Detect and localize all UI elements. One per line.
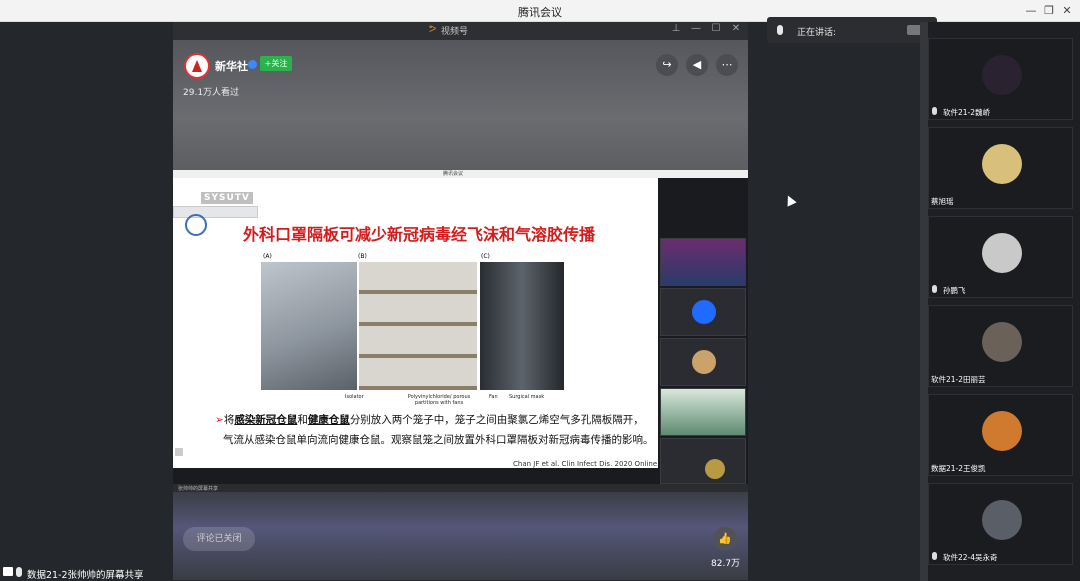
window-close-button[interactable]: ✕ — [729, 23, 743, 34]
mic-icon — [932, 285, 937, 293]
caption-fan: Fan — [489, 394, 498, 400]
minimize-button[interactable]: — — [1022, 3, 1040, 19]
cages-photo — [359, 262, 477, 390]
bullet-arrow-icon: ➢ — [215, 414, 224, 426]
slide-toolbar[interactable] — [173, 206, 258, 218]
inner-window-title: 腾讯会议 — [443, 171, 464, 177]
video-window-topbar: ᕗ 视频号 ⊥ — ☐ ✕ — [173, 22, 748, 40]
panel-label-a: (A) — [263, 253, 272, 260]
slide-bullet-line-1: ➢将感染新冠仓鼠和健康仓鼠分别放入两个笼子中，笼子之间由聚氯乙烯空气多孔隔板隔开… — [215, 414, 644, 426]
view-count: 29.1万人看过 — [183, 88, 240, 98]
inner-shared-screen: 腾讯会议 SYSUTV 外科口罩隔板可减少新冠病毒经飞沫和气溶胶传播 (A) (… — [173, 170, 748, 492]
mic-icon — [932, 552, 937, 560]
channel-avatar[interactable] — [184, 53, 210, 79]
slide-bullet-line-2: 气流从感染仓鼠单向流向健康仓鼠。观察鼠笼之间放置外科口罩隔板对新冠病毒传播的影响… — [223, 434, 654, 446]
mic-icon — [932, 107, 937, 115]
speaking-label: 正在讲话: — [797, 28, 837, 38]
inner-video-tile-4 — [660, 388, 746, 436]
inner-avatar-blue — [692, 300, 716, 324]
presentation-slide: SYSUTV 外科口罩隔板可减少新冠病毒经飞沫和气溶胶传播 (A) (B) (C… — [173, 178, 658, 468]
inner-taskbar: 张帅帅的屏幕共享 — [173, 484, 748, 492]
inner-avatar-small — [705, 459, 725, 479]
sysutv-badge: SYSUTV — [201, 192, 253, 204]
participant-name: 软件22-4吴永奇 — [943, 553, 998, 562]
participant-avatar — [982, 144, 1022, 184]
participant-tile[interactable]: 孙鹏飞 — [928, 216, 1073, 298]
fan-mask-photo — [480, 262, 564, 390]
participant-tile[interactable]: 软件21-2田丽芸 — [928, 305, 1073, 387]
mic-icon — [777, 25, 783, 35]
participant-tile[interactable]: 软件22-4吴永奇 — [928, 483, 1073, 565]
panel-label-c: (C) — [481, 253, 490, 260]
screen-share-label: 数据21-2张帅帅的屏幕共享 — [27, 570, 144, 581]
window-minimize-button[interactable]: — — [689, 23, 703, 34]
slide-page-marker[interactable] — [175, 448, 183, 456]
like-count: 82.7万 — [711, 559, 741, 569]
maximize-button[interactable]: ❐ — [1040, 3, 1058, 19]
slide-citation: Chan JF et al. Clin Infect Dis. 2020 Onl… — [513, 460, 658, 468]
participant-tile[interactable]: 蔡旭瑶 — [928, 127, 1073, 209]
mic-icon — [16, 567, 22, 577]
pin-icon[interactable]: ⊥ — [669, 23, 683, 34]
comment-closed-button[interactable]: 评论已关闭 — [183, 527, 255, 551]
participant-name: 软件21-2田丽芸 — [931, 375, 986, 384]
screen-share-status[interactable]: 数据21-2张帅帅的屏幕共享 — [0, 564, 170, 581]
volume-icon[interactable]: ◀ — [686, 54, 708, 76]
participant-avatar — [982, 233, 1022, 273]
inner-avatar-landscape — [692, 350, 716, 374]
participant-avatar — [982, 55, 1022, 95]
video-channel-icon: ᕗ — [429, 24, 437, 35]
participant-name: 蔡旭瑶 — [931, 197, 954, 206]
inner-video-tile-1 — [660, 238, 746, 286]
blurred-background-bottom — [173, 492, 748, 580]
university-logo-icon — [185, 214, 207, 236]
video-channel-brand: 视频号 — [441, 27, 469, 37]
inner-taskbar-text: 张帅帅的屏幕共享 — [178, 486, 219, 492]
participant-avatar — [982, 322, 1022, 362]
participant-tile[interactable]: 软件21-2魏峤 — [928, 38, 1073, 120]
caption-partitions: Polyvinylchloride/ porous partitions wit… — [407, 394, 471, 406]
follow-button[interactable]: +关注 — [260, 56, 292, 71]
participant-avatar — [982, 411, 1022, 451]
inner-video-tile-3 — [660, 338, 746, 386]
participant-name: 软件21-2魏峤 — [943, 108, 991, 117]
participant-name: 数据21-2王俊凯 — [931, 464, 986, 473]
window-maximize-button[interactable]: ☐ — [709, 23, 723, 34]
inner-video-tile-5 — [660, 438, 746, 484]
participant-avatar — [982, 500, 1022, 540]
participant-name: 孙鹏飞 — [943, 286, 966, 295]
panel-label-b: (B) — [358, 253, 367, 260]
video-channel-window: ᕗ 视频号 ⊥ — ☐ ✕ 新华社 +关注 29.1万人看过 ↪ ◀ ⋯ 腾讯会… — [173, 22, 748, 580]
like-icon[interactable]: 👍 — [713, 527, 737, 551]
more-icon[interactable]: ⋯ — [716, 54, 738, 76]
slide-title: 外科口罩隔板可减少新冠病毒经飞沫和气溶胶传播 — [243, 225, 596, 244]
caption-isolator: Isolator — [345, 394, 364, 400]
inner-window-titlebar: 腾讯会议 — [173, 170, 748, 178]
verified-icon — [248, 60, 257, 69]
share-icon[interactable]: ↪ — [656, 54, 678, 76]
channel-name[interactable]: 新华社 — [215, 58, 248, 74]
participant-tile[interactable]: 数据21-2王俊凯 — [928, 394, 1073, 476]
close-button[interactable]: ✕ — [1058, 3, 1076, 19]
inner-video-tile-2 — [660, 288, 746, 336]
isolator-photo — [261, 262, 357, 390]
caption-mask: Surgical mask — [509, 394, 545, 400]
screen-share-icon — [3, 567, 13, 576]
speaking-indicator: 正在讲话: — [767, 17, 937, 43]
